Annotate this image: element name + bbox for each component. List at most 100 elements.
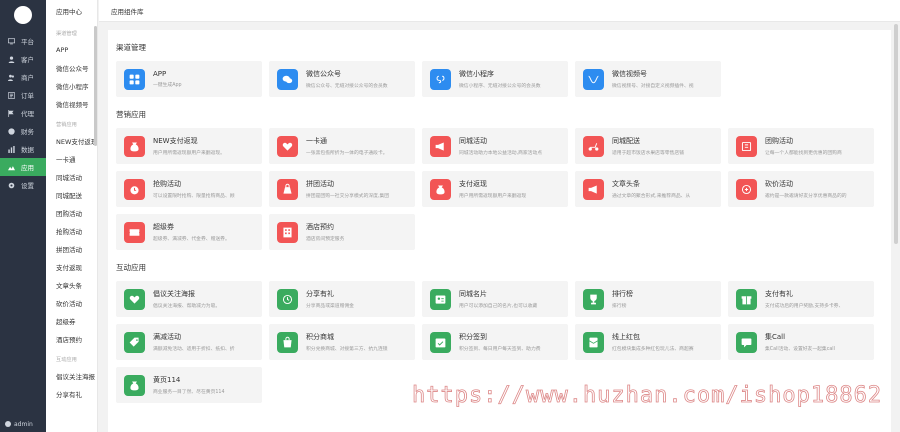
nav-item-list[interactable]: 订单 [0, 86, 46, 104]
app-tile[interactable]: 积分商城 积分兑换商城、对接第三方、抗九连锁 [269, 324, 415, 360]
nav-item-label: 商户 [21, 74, 34, 82]
sub-sidebar-item[interactable]: 支付返现 [46, 258, 97, 276]
app-tile[interactable]: 黄页114 商业服务一目了然、尽在黄页114 [116, 367, 262, 403]
sub-sidebar-item[interactable]: 酒店预约 [46, 330, 97, 348]
sub-sidebar-item[interactable]: 超级券 [46, 312, 97, 330]
app-tile[interactable]: 倡议关注海报 倡议关注海报、帮助减力为吸。 [116, 281, 262, 317]
app-tile[interactable]: 微信视频号 微信视频号、对接自定义视频插件、视 [575, 61, 721, 97]
app-tile[interactable]: 线上红包 红包模块集成多种红包玩儿法、商超赛 [575, 324, 721, 360]
nav-item-money[interactable]: 财务 [0, 122, 46, 140]
bargain-icon [736, 178, 757, 200]
app-tile[interactable]: 支付有礼 支付成功后的用户奖励,支持多卡券、 [728, 281, 874, 317]
app-tile[interactable]: 分享有礼 分享商品或渠道赠佣金 [269, 281, 415, 317]
app-tile-desc: 一键生成App [153, 83, 182, 88]
nav-item-monitor[interactable]: 平台 [0, 32, 46, 50]
sub-sidebar-item[interactable]: NEW支付返现 [46, 132, 97, 150]
mini-program-icon [430, 68, 451, 90]
sub-sidebar-item[interactable]: 微信公众号 [46, 59, 97, 77]
app-tile[interactable]: 同城配送 适用于超市饭店水果店等零售店铺 [575, 128, 721, 164]
nav-item-flag[interactable]: 代理 [0, 104, 46, 122]
section-title: 营销应用 [116, 110, 146, 119]
app-tile[interactable]: 集Call 集Call活动、设置好友一起集call [728, 324, 874, 360]
app-tile-title: 酒店预约 [306, 223, 334, 231]
list-icon [8, 91, 15, 99]
app-tile[interactable]: 同城活动 同城活动助力本地公益活动,商家活动点 [422, 128, 568, 164]
users-icon [8, 74, 15, 81]
clock-icon [124, 178, 145, 200]
app-tile[interactable]: 排行榜 排行榜 [575, 281, 721, 317]
page-scrollbar[interactable] [894, 24, 898, 244]
sub-sidebar-item[interactable]: 拼团活动 [46, 240, 97, 258]
money-bag-icon [430, 178, 451, 200]
user-menu[interactable]: admin [0, 416, 46, 432]
watermark: https://www.huzhan.com/ishop18862 [412, 383, 883, 409]
nav-item-label: 财务 [21, 128, 34, 136]
page-title: 应用组件库 [111, 7, 144, 16]
app-tile[interactable]: 砍价活动 邀约是一款邀请好友分享优惠商品的的 [728, 171, 874, 207]
app-tile[interactable]: 积分签到 积分签到、每日用户每天签到、助力费 [422, 324, 568, 360]
app-tile-title: 支付返现 [459, 180, 487, 188]
sub-group-title: 渠道管理 [56, 31, 77, 37]
app-tile-title: 团购活动 [765, 137, 793, 145]
app-tile[interactable]: 微信公众号 微信公众号、无缝对接公众号的会员数 [269, 61, 415, 97]
sub-sidebar-item[interactable]: 抢购活动 [46, 222, 97, 240]
gift-icon [736, 288, 757, 310]
app-tile-desc: 商业服务一目了然、尽在黄页114 [153, 390, 225, 395]
sub-sidebar-item[interactable]: 微信视频号 [46, 95, 97, 113]
app-tile-title: 微信公众号 [306, 70, 341, 78]
app-tile[interactable]: 一卡通 一张黑包揽所折为一体的电子通段卡。 [269, 128, 415, 164]
sub-sidebar-item[interactable]: 一卡通 [46, 150, 97, 168]
sub-sidebar-item[interactable]: 倡议关注海报 [46, 367, 97, 385]
name-card-icon [430, 288, 451, 310]
app-tile[interactable]: 抢购活动 可以设置限时抢购、限量抢购商品、顾 [116, 171, 262, 207]
nav-item-label: 订单 [21, 92, 34, 100]
app-tile[interactable]: NEW支付返现 用户用所需返现额用户来翻返现。 [116, 128, 262, 164]
sub-sidebar-item[interactable]: 同城配送 [46, 186, 97, 204]
app-tile[interactable]: 拼团活动 拼团是团购一社交分享模式的深度,集团 [269, 171, 415, 207]
nav-item-label: 数据 [21, 146, 34, 154]
sub-sidebar-item[interactable]: 同城活动 [46, 168, 97, 186]
sub-sidebar-item[interactable]: 团购活动 [46, 204, 97, 222]
heart-icon [124, 288, 145, 310]
hotel-icon [277, 221, 298, 243]
app-tile-desc: 拼团是团购一社交分享模式的深度,集团 [306, 194, 390, 199]
sub-sidebar-scrollbar[interactable] [94, 26, 97, 146]
trophy-icon [583, 288, 604, 310]
scooter-icon [583, 135, 604, 157]
app-tile-desc: 微信视频号、对接自定义视频插件、视 [612, 84, 694, 89]
app-tile[interactable]: 微信小程序 微信小程序、无缝对接公众号的会员数 [422, 61, 568, 97]
nav-item-label: 客户 [21, 56, 34, 64]
avatar[interactable] [14, 6, 32, 24]
timer-icon [277, 288, 298, 310]
nav-item-apps[interactable]: 应用 [0, 158, 46, 176]
app-tile[interactable]: 团购活动 让每一个人都能找到更优惠的团购商 [728, 128, 874, 164]
sub-sidebar-item[interactable]: 分享有礼 [46, 385, 97, 403]
nav-item-bars[interactable]: 数据 [0, 140, 46, 158]
app-tile-desc: 超级券、满减券、代金券、赠送券。 [153, 237, 230, 242]
app-tile[interactable]: 同城名片 用户可以添加自己的名片,也可以收藏 [422, 281, 568, 317]
app-tile[interactable]: 超级券 超级券、满减券、代金券、赠送券。 [116, 214, 262, 250]
app-tile[interactable]: 文章头条 通过文章的聚合形式,来推荐商品、从 [575, 171, 721, 207]
app-tile-title: APP [153, 70, 167, 78]
sub-sidebar-title: 应用中心 [56, 8, 82, 16]
coupon-icon [124, 221, 145, 243]
shop-bag-icon [277, 331, 298, 353]
nav-item-users[interactable]: 商户 [0, 68, 46, 86]
app-tile[interactable]: 酒店预约 酒店房间预定服务 [269, 214, 415, 250]
app-tile[interactable]: APP 一键生成App [116, 61, 262, 97]
sub-sidebar-item[interactable]: 微信小程序 [46, 77, 97, 95]
sub-sidebar-item[interactable]: 砍价活动 [46, 294, 97, 312]
shopping-icon [277, 178, 298, 200]
app-tile[interactable]: 满减活动 满额减免活动、适用于折扣、抵扣、折 [116, 324, 262, 360]
sub-sidebar-item[interactable]: APP [46, 41, 97, 59]
chat-icon [736, 331, 757, 353]
sub-group-title: 互动应用 [56, 357, 77, 363]
sub-sidebar-item[interactable]: 文章头条 [46, 276, 97, 294]
nav-item-label: 平台 [21, 38, 34, 46]
section-title: 互动应用 [116, 263, 146, 272]
app-tile-title: 抢购活动 [153, 180, 181, 188]
app-tile[interactable]: 支付返现 用户用所需返现额用户来翻返现 [422, 171, 568, 207]
nav-item-user[interactable]: 客户 [0, 50, 46, 68]
app-tile-title: 积分商城 [306, 333, 334, 341]
nav-item-gear[interactable]: 设置 [0, 176, 46, 194]
